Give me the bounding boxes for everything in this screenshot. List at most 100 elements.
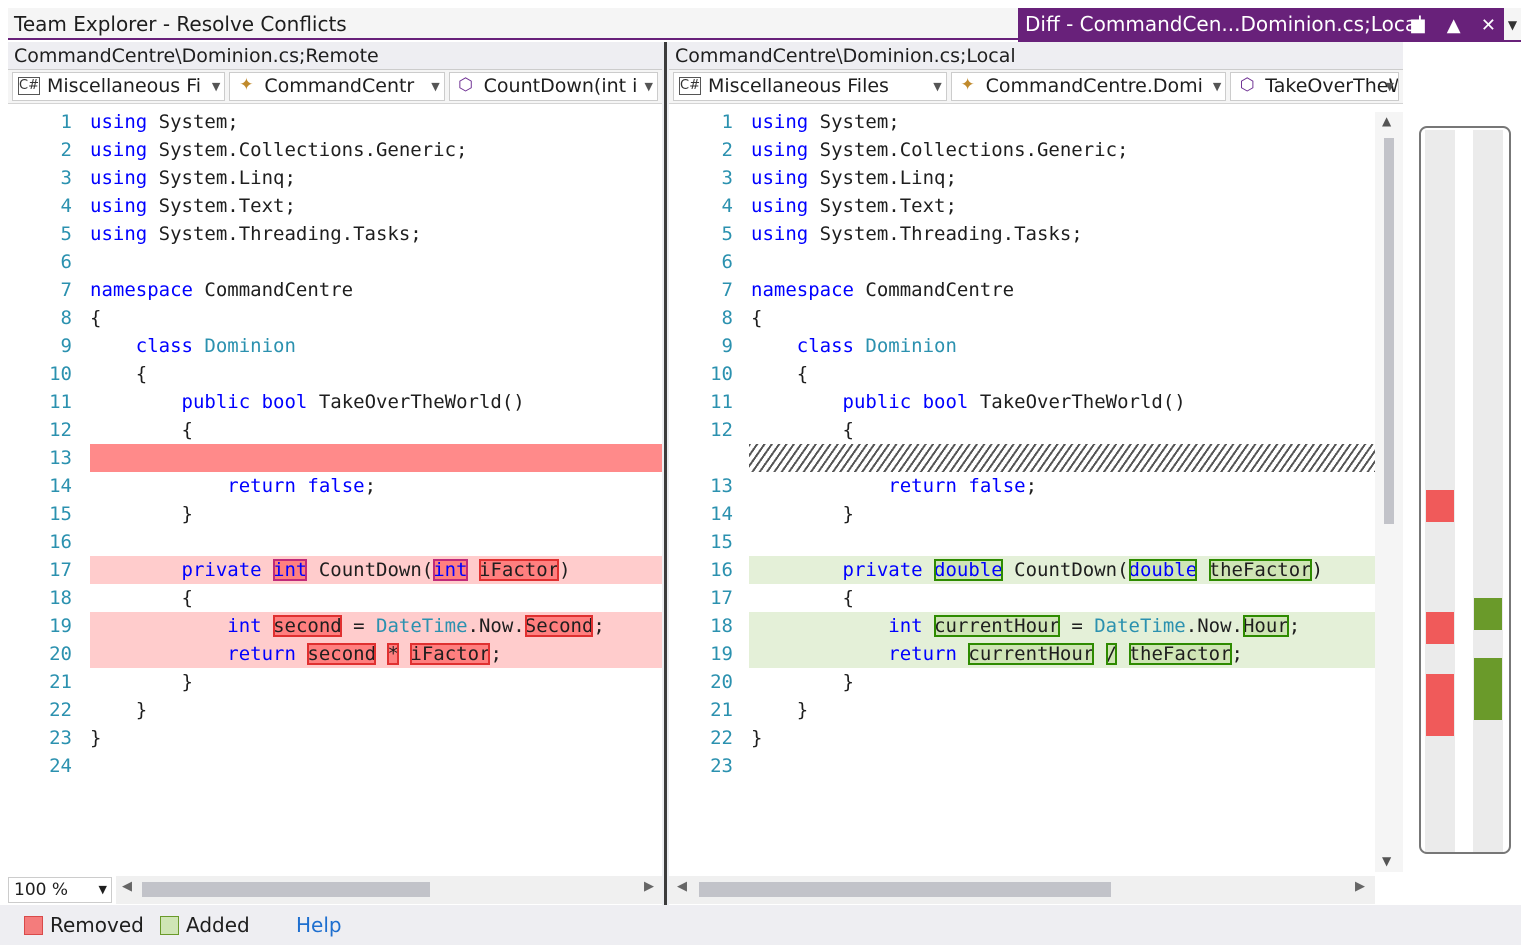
code-line[interactable]: 19 return currentHour / theFactor; [669,640,1403,668]
code-line[interactable]: 2 using System.Collections.Generic; [8,136,662,164]
code-line[interactable]: 21 } [8,668,662,696]
keep-open-icon[interactable]: ▲ [1447,10,1461,42]
code-line[interactable]: 7 namespace CommandCentre [8,276,662,304]
code-line[interactable]: 21 } [669,696,1403,724]
code-line[interactable]: 13 [8,444,662,472]
code-text: public bool TakeOverTheWorld() [181,391,525,413]
code-line[interactable]: 11 public bool TakeOverTheWorld() [8,388,662,416]
vertical-scrollbar[interactable]: ▲ ▼ [1375,112,1403,872]
code-line[interactable]: 11 public bool TakeOverTheWorld() [669,388,1403,416]
diff-legend-bar: Removed Added Help [0,905,1521,945]
code-line[interactable]: 9 class Dominion [8,332,662,360]
code-text: return currentHour / theFactor; [888,643,1243,665]
code-line[interactable]: 14 } [669,500,1403,528]
code-line[interactable]: 23 [669,752,1403,780]
scroll-left-icon[interactable]: ◀ [677,879,687,894]
code-line[interactable]: 1 using System; [669,108,1403,136]
code-line[interactable]: 24 [8,752,662,780]
code-line[interactable]: 17 private int CountDown(int iFactor) [8,556,662,584]
code-line[interactable]: 12 { [669,416,1403,444]
code-line[interactable]: 20 } [669,668,1403,696]
code-line[interactable]: 23} [8,724,662,752]
remote-member-combo-label: CountDown(int i [483,75,638,97]
line-number: 2 [721,139,733,161]
code-text: return false; [888,475,1038,497]
local-member-combo[interactable]: ⬡ TakeOverTheWorld() ▼ [1230,72,1399,101]
local-type-combo[interactable]: ✦ CommandCentre.Domi ▼ [950,72,1227,101]
code-line[interactable]: 8{ [669,304,1403,332]
scroll-down-icon[interactable]: ▼ [1382,854,1391,868]
line-number: 4 [60,195,72,217]
diff-overview-map[interactable] [1403,112,1521,872]
local-horizontal-scrollbar[interactable]: ◀ ▶ [669,876,1375,904]
pin-icon[interactable]: ■ [1409,10,1426,42]
code-line[interactable]: 2 using System.Collections.Generic; [669,136,1403,164]
code-line[interactable]: 19 int second = DateTime.Now.Second; [8,612,662,640]
code-line[interactable]: 3 using System.Linq; [8,164,662,192]
code-line[interactable]: 16 [8,528,662,556]
code-line[interactable]: 18 { [8,584,662,612]
remote-type-combo-label: CommandCentr [264,75,415,97]
line-number: 20 [49,643,72,665]
code-line[interactable]: 6 [8,248,662,276]
code-line[interactable]: 6 [669,248,1403,276]
remote-project-combo[interactable]: C# Miscellaneous Fi ▼ [12,72,226,101]
help-link[interactable]: Help [296,905,342,945]
code-line[interactable]: 12 { [8,416,662,444]
code-line[interactable]: 4 using System.Text; [669,192,1403,220]
class-icon: ✦ [960,75,975,95]
vertical-scroll-thumb[interactable] [1384,138,1394,524]
scroll-right-icon[interactable]: ▶ [1355,879,1365,894]
line-number: 10 [49,363,72,385]
code-line[interactable]: 8{ [8,304,662,332]
overview-viewport-frame[interactable] [1419,126,1511,854]
remote-horizontal-scrollbar[interactable]: ◀ ▶ [116,876,662,904]
code-text: public bool TakeOverTheWorld() [842,391,1186,413]
remote-member-combo[interactable]: ⬡ CountDown(int i ▼ [448,72,658,101]
code-line[interactable]: 15 [669,528,1403,556]
line-number: 8 [721,307,733,329]
code-line[interactable]: 7 namespace CommandCentre [669,276,1403,304]
local-horizontal-scroll-thumb[interactable] [699,882,1111,897]
csharp-file-icon: C# [679,77,701,95]
code-line[interactable]: 18 int currentHour = DateTime.Now.Hour; [669,612,1403,640]
scroll-left-icon[interactable]: ◀ [122,879,132,894]
scroll-right-icon[interactable]: ▶ [644,879,654,894]
local-project-combo[interactable]: C# Miscellaneous Files ▼ [673,72,947,101]
code-line[interactable]: 22 } [8,696,662,724]
line-number: 5 [60,223,72,245]
local-type-combo-label: CommandCentre.Domi [985,75,1203,97]
code-line[interactable]: 15 } [8,500,662,528]
code-line[interactable] [669,444,1403,472]
scroll-up-icon[interactable]: ▲ [1382,114,1391,128]
class-icon: ✦ [239,75,254,95]
code-line[interactable]: 17 { [669,584,1403,612]
code-line[interactable]: 3 using System.Linq; [669,164,1403,192]
code-line[interactable]: 20 return second * iFactor; [8,640,662,668]
code-line[interactable]: 5 using System.Threading.Tasks; [669,220,1403,248]
code-line[interactable]: 1 using System; [8,108,662,136]
tab-dropdown-button[interactable]: ▼ [1504,8,1521,42]
added-label: Added [186,913,250,937]
code-line[interactable]: 10 { [8,360,662,388]
code-line[interactable]: 9 class Dominion [669,332,1403,360]
close-icon[interactable]: ✕ [1481,10,1496,42]
code-line[interactable]: 22} [669,724,1403,752]
code-text: } [751,699,809,721]
diff-document-tab[interactable]: Diff - CommandCen...Dominion.cs;Local ■ … [1018,8,1504,42]
code-text: { [751,363,809,385]
code-line[interactable]: 5 using System.Threading.Tasks; [8,220,662,248]
code-line[interactable]: 14 return false; [8,472,662,500]
zoom-level-combo[interactable]: 100 % ▼ [8,877,112,903]
code-line[interactable]: 10 { [669,360,1403,388]
code-line[interactable]: 4 using System.Text; [8,192,662,220]
code-line[interactable]: 16 private double CountDown(double theFa… [669,556,1403,584]
code-text: { [751,419,854,441]
code-line[interactable]: 13 return false; [669,472,1403,500]
line-number: 11 [710,391,733,413]
remote-horizontal-scroll-thumb[interactable] [142,882,430,897]
remote-type-combo[interactable]: ✦ CommandCentr ▼ [229,72,445,101]
remote-project-combo-label: Miscellaneous Fi [47,75,202,97]
pane-splitter[interactable] [662,42,669,905]
code-text: int second = DateTime.Now.Second; [227,615,605,637]
